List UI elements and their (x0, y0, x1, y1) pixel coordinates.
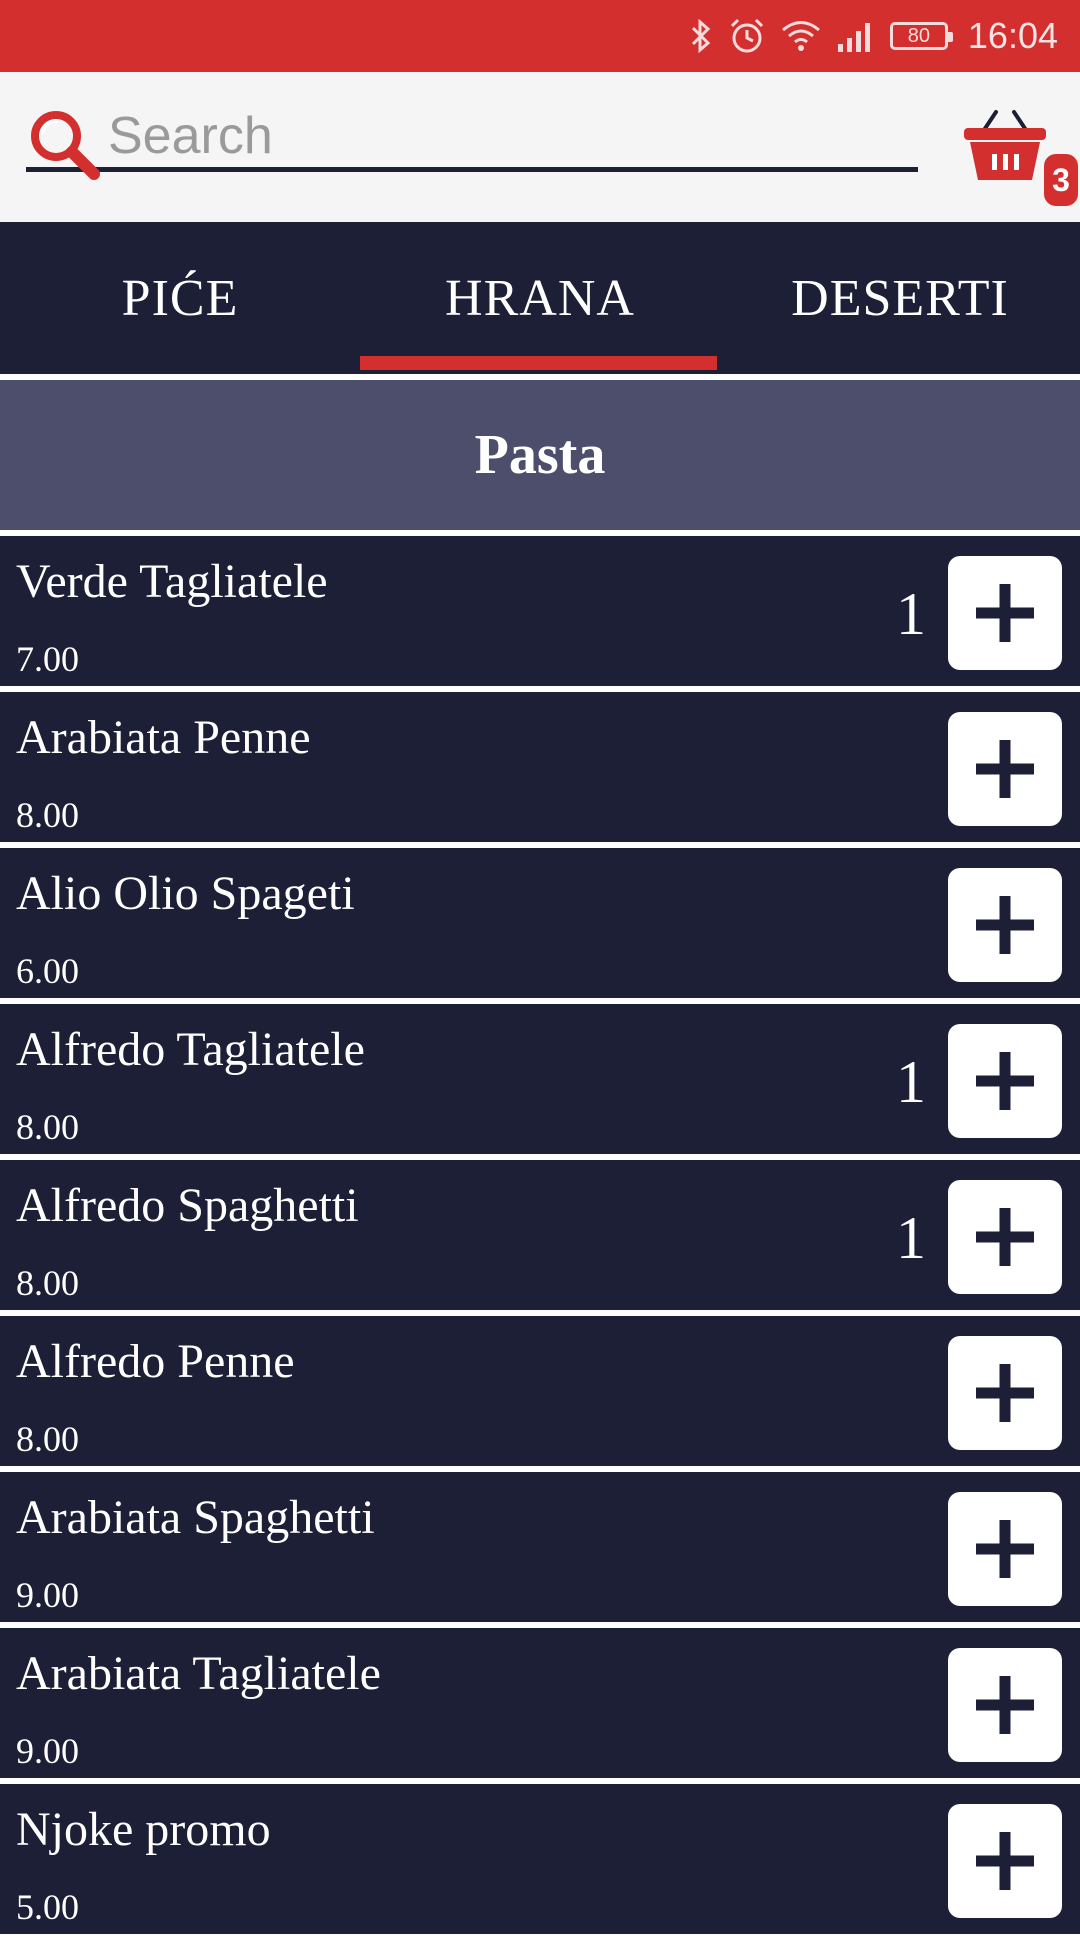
bluetooth-icon (691, 18, 711, 54)
menu-item: Njoke promo 5.00 (0, 1784, 1080, 1934)
menu-item: Verde Tagliatele 7.00 1 (0, 536, 1080, 686)
basket-icon[interactable] (962, 108, 1048, 184)
item-price: 9.00 (16, 1575, 79, 1615)
category-tabs: PIĆE HRANA DESERTI (0, 222, 1080, 374)
item-price: 8.00 (16, 1263, 79, 1303)
item-name: Alfredo Penne (16, 1335, 295, 1388)
item-quantity: 1 (896, 1205, 926, 1271)
item-quantity: 1 (896, 581, 926, 647)
item-price: 5.00 (16, 1887, 79, 1927)
add-item-button[interactable] (948, 1492, 1062, 1606)
add-item-button[interactable] (948, 1648, 1062, 1762)
item-name: Arabiata Spaghetti (16, 1491, 375, 1544)
plus-icon (976, 1676, 1034, 1734)
plus-icon (976, 1364, 1034, 1422)
battery-indicator: 80 (889, 22, 953, 50)
status-bar: 80 16:04 (0, 0, 1080, 72)
add-item-button[interactable] (948, 1180, 1062, 1294)
item-name: Arabiata Penne (16, 711, 311, 764)
add-item-button[interactable] (948, 1024, 1062, 1138)
menu-item-list: Verde Tagliatele 7.00 1 Arabiata Penne 8… (0, 536, 1080, 1940)
menu-item: Arabiata Spaghetti 9.00 (0, 1472, 1080, 1622)
item-price: 8.00 (16, 795, 79, 835)
search-bar[interactable] (26, 102, 918, 180)
item-price: 6.00 (16, 951, 79, 991)
add-item-button[interactable] (948, 712, 1062, 826)
item-quantity: 1 (896, 1049, 926, 1115)
menu-item: Alfredo Tagliatele 8.00 1 (0, 1004, 1080, 1154)
item-name: Njoke promo (16, 1803, 271, 1856)
add-item-button[interactable] (948, 868, 1062, 982)
plus-icon (976, 1208, 1034, 1266)
add-item-button[interactable] (948, 556, 1062, 670)
plus-icon (976, 1520, 1034, 1578)
cart-count-badge: 3 (1044, 154, 1078, 206)
item-name: Arabiata Tagliatele (16, 1647, 381, 1700)
plus-icon (976, 1832, 1034, 1890)
item-price: 8.00 (16, 1107, 79, 1147)
plus-icon (976, 896, 1034, 954)
menu-item: Alfredo Spaghetti 8.00 1 (0, 1160, 1080, 1310)
menu-item: Alfredo Penne 8.00 (0, 1316, 1080, 1466)
item-price: 7.00 (16, 639, 79, 679)
tab-pice[interactable]: PIĆE (0, 222, 360, 374)
add-item-button[interactable] (948, 1804, 1062, 1918)
search-icon[interactable] (26, 106, 102, 182)
add-item-button[interactable] (948, 1336, 1062, 1450)
item-name: Alfredo Tagliatele (16, 1023, 365, 1076)
menu-item: Alio Olio Spageti 6.00 (0, 848, 1080, 998)
alarm-icon (730, 18, 763, 53)
tab-hrana[interactable]: HRANA (360, 222, 720, 374)
item-name: Alio Olio Spageti (16, 867, 355, 920)
category-title: Pasta (0, 380, 1080, 530)
plus-icon (976, 584, 1034, 642)
status-icons: 80 16:04 (688, 0, 1058, 72)
plus-icon (976, 740, 1034, 798)
plus-icon (976, 1052, 1034, 1110)
item-price: 9.00 (16, 1731, 79, 1771)
status-time: 16:04 (967, 15, 1058, 56)
item-name: Alfredo Spaghetti (16, 1179, 359, 1232)
menu-item: Arabiata Tagliatele 9.00 (0, 1628, 1080, 1778)
search-input[interactable] (108, 106, 888, 166)
wifi-icon (781, 21, 820, 51)
search-header: 3 (0, 72, 1080, 222)
menu-item: Arabiata Penne 8.00 (0, 692, 1080, 842)
item-price: 8.00 (16, 1419, 79, 1459)
signal-icon (837, 23, 870, 52)
tab-deserti[interactable]: DESERTI (720, 222, 1080, 374)
item-name: Verde Tagliatele (16, 555, 328, 608)
active-tab-indicator (360, 356, 717, 370)
